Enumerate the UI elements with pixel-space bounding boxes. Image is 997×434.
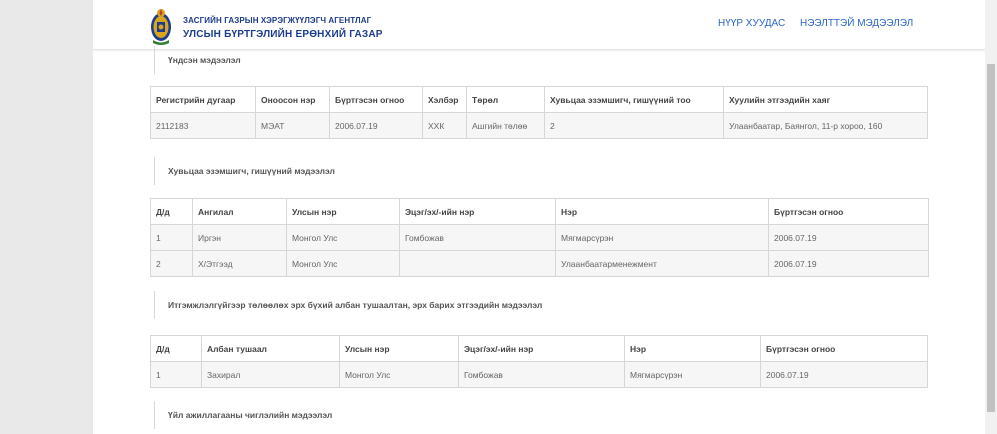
- basic-info-table: Регистрийн дугаар Оноосон нэр Бүртгэсэн …: [150, 86, 928, 139]
- nav-open-info-link[interactable]: НЭЭЛТТЭЙ МЭДЭЭЛЭЛ: [800, 18, 913, 29]
- column-header: Улсын нэр: [339, 335, 459, 362]
- column-header: Бүртгэсэн огноо: [768, 198, 929, 225]
- table-header-row: Регистрийн дугаар Оноосон нэр Бүртгэсэн …: [150, 86, 928, 113]
- column-header: Албан тушаал: [201, 335, 340, 362]
- column-header: Ангилал: [192, 198, 287, 225]
- page-scrollbar[interactable]: [985, 0, 997, 434]
- officials-title: Итгэмжлэлгүйгээр төлөөлөх эрх бүхий алба…: [154, 291, 542, 319]
- table-cell: 2006.07.19: [329, 112, 423, 139]
- column-header: Д/д: [150, 335, 202, 362]
- table-cell: Гомбожав: [399, 224, 556, 251]
- column-header: Оноосон нэр: [255, 86, 330, 113]
- table-cell: [399, 250, 556, 277]
- state-emblem-icon: [151, 9, 171, 45]
- table-row: 2 Х/Этгээд Монгол Улс Улаанбаатарменежме…: [150, 250, 929, 277]
- table-header-row: Д/д Албан тушаал Улсын нэр Эцэг/эх/-ийн …: [150, 335, 928, 362]
- column-header: Нэр: [624, 335, 761, 362]
- table-cell: Ашгийн төлөө: [466, 112, 545, 139]
- table-cell: 2112183: [150, 112, 256, 139]
- column-header: Бүртгэсэн огноо: [329, 86, 423, 113]
- page-content: ЗАСГИЙН ГАЗРЫН ХЭРЭГЖҮҮЛЭГЧ АГЕНТЛАГ УЛС…: [93, 0, 985, 434]
- table-cell: 2006.07.19: [768, 224, 929, 251]
- officials-table: Д/д Албан тушаал Улсын нэр Эцэг/эх/-ийн …: [150, 335, 928, 388]
- column-header: Эцэг/эх/-ийн нэр: [399, 198, 556, 225]
- activities-title: Үйл ажиллагааны чиглэлийн мэдээлэл: [154, 401, 332, 429]
- column-header: Нэр: [555, 198, 769, 225]
- table-cell: 2: [150, 250, 193, 277]
- column-header: Улсын нэр: [286, 198, 400, 225]
- org-name: УЛСЫН БҮРТГЭЛИЙН ЕРӨНХИЙ ГАЗАР: [183, 29, 383, 40]
- table-cell: 1: [150, 361, 202, 388]
- table-cell: Улаанбаатарменежмент: [555, 250, 769, 277]
- agency-line: ЗАСГИЙН ГАЗРЫН ХЭРЭГЖҮҮЛЭГЧ АГЕНТЛАГ: [183, 16, 372, 25]
- column-header: Төрөл: [466, 86, 545, 113]
- column-header: Хэлбэр: [422, 86, 467, 113]
- table-cell: Иргэн: [192, 224, 287, 251]
- table-cell: Улаанбаатар, Баянгол, 11-р хороо, 160: [723, 112, 928, 139]
- table-cell: Х/Этгээд: [192, 250, 287, 277]
- table-row: 1 Иргэн Монгол Улс Гомбожав Мягмарсүрэн …: [150, 224, 929, 251]
- column-header: Регистрийн дугаар: [150, 86, 256, 113]
- table-row: 2112183 МЭАТ 2006.07.19 ХХК Ашгийн төлөө…: [150, 112, 928, 139]
- table-cell: 2006.07.19: [760, 361, 928, 388]
- table-cell: 2006.07.19: [768, 250, 929, 277]
- table-cell: МЭАТ: [255, 112, 330, 139]
- table-cell: Гомбожав: [458, 361, 625, 388]
- table-cell: Мягмарсүрэн: [624, 361, 761, 388]
- column-header: Эцэг/эх/-ийн нэр: [458, 335, 625, 362]
- table-header-row: Д/д Ангилал Улсын нэр Эцэг/эх/-ийн нэр Н…: [150, 198, 929, 225]
- nav-home-link[interactable]: НҮҮР ХУУДАС: [718, 18, 785, 29]
- column-header: Бүртгэсэн огноо: [760, 335, 928, 362]
- table-cell: Захирал: [201, 361, 340, 388]
- table-row: 1 Захирал Монгол Улс Гомбожав Мягмарсүрэ…: [150, 361, 928, 388]
- table-cell: 1: [150, 224, 193, 251]
- site-header: ЗАСГИЙН ГАЗРЫН ХЭРЭГЖҮҮЛЭГЧ АГЕНТЛАГ УЛС…: [93, 0, 985, 50]
- table-cell: Мягмарсүрэн: [555, 224, 769, 251]
- table-cell: ХХК: [422, 112, 467, 139]
- column-header: Хуулийн этгээдийн хаяг: [723, 86, 928, 113]
- column-header: Д/д: [150, 198, 193, 225]
- shareholders-title: Хувьцаа эзэмшигч, гишүүний мэдээлэл: [154, 157, 335, 185]
- column-header: Хувьцаа эзэмшигч, гишүүний тоо: [544, 86, 724, 113]
- shareholders-table: Д/д Ангилал Улсын нэр Эцэг/эх/-ийн нэр Н…: [150, 198, 929, 277]
- table-cell: Монгол Улс: [339, 361, 459, 388]
- table-cell: Монгол Улс: [286, 250, 400, 277]
- scrollbar-thumb[interactable]: [987, 64, 995, 412]
- basic-info-title: Үндсэн мэдээлэл: [154, 46, 241, 74]
- table-cell: 2: [544, 112, 724, 139]
- table-cell: Монгол Улс: [286, 224, 400, 251]
